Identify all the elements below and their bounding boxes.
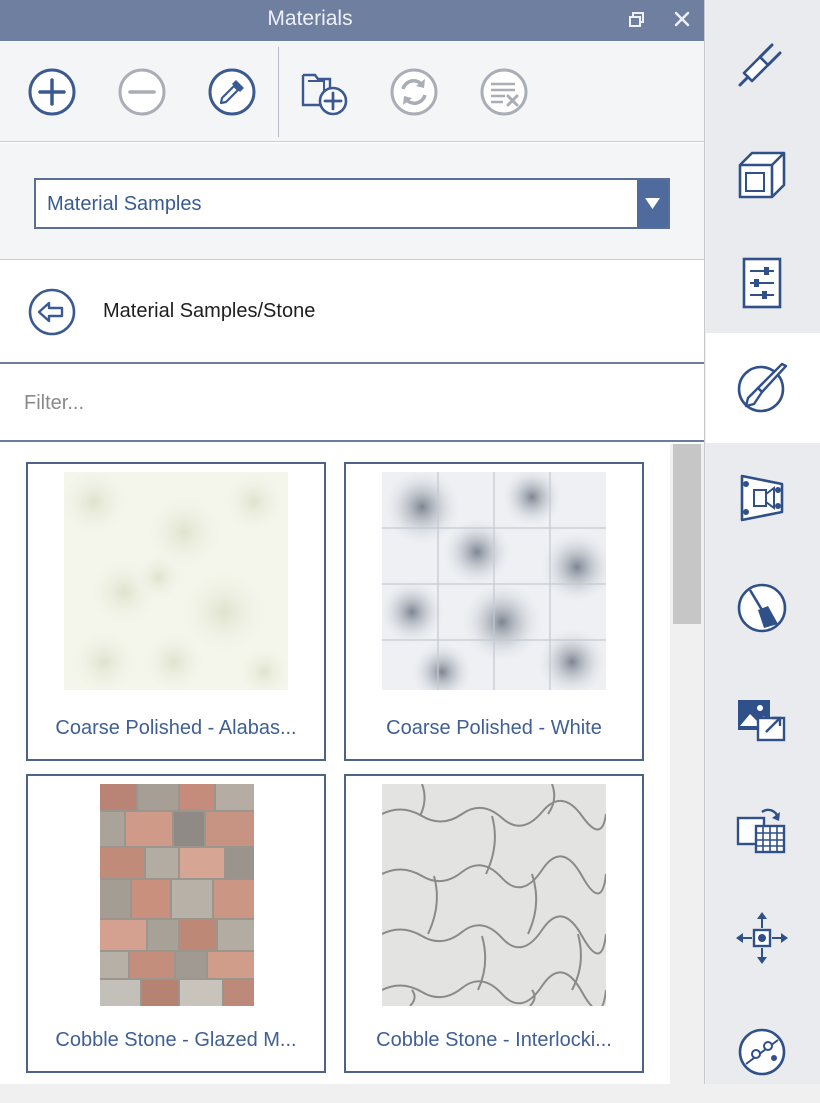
- material-name: Cobble Stone - Interlocki...: [376, 1029, 612, 1051]
- material-card[interactable]: Coarse Polished - White: [344, 462, 644, 761]
- sidebar-item-cleanup[interactable]: [706, 553, 820, 663]
- filter-input[interactable]: [0, 366, 704, 440]
- material-name: Coarse Polished - Alabas...: [55, 717, 297, 739]
- current-path: Material Samples/Stone: [103, 300, 316, 322]
- material-thumbnail-cobble-glazed: [100, 784, 254, 1006]
- dropdown-arrow-button[interactable]: [637, 180, 668, 227]
- materials-toolbar: [0, 41, 704, 142]
- solid-box-icon: [738, 151, 786, 199]
- texture-replace-icon: [736, 808, 786, 854]
- material-thumbnail-alabaster: [64, 472, 288, 690]
- eyedropper-icon[interactable]: [207, 67, 257, 117]
- material-thumbnail-cobble-interlocking: [382, 784, 606, 1006]
- toolbar-separator: [278, 47, 279, 137]
- sidebar-item-transform[interactable]: [706, 883, 820, 993]
- folder-add-icon[interactable]: [300, 67, 350, 117]
- material-paint-icon: [737, 362, 788, 413]
- broom-cleanup-icon: [737, 583, 787, 633]
- material-name: Cobble Stone - Glazed M...: [55, 1029, 297, 1051]
- sidebar-item-texture-replace[interactable]: [706, 773, 820, 883]
- material-card[interactable]: Cobble Stone - Interlocki...: [344, 774, 644, 1073]
- restore-window-icon[interactable]: [628, 11, 646, 29]
- material-name: Coarse Polished - White: [386, 717, 602, 739]
- delete-list-icon[interactable]: [479, 67, 529, 117]
- properties-sliders-icon: [742, 257, 782, 309]
- sidebar-item-image-export[interactable]: [706, 663, 820, 773]
- plus-circle-icon[interactable]: [27, 67, 77, 117]
- sidebar-item-clip[interactable]: [706, 443, 820, 553]
- clip-plane-icon: [740, 474, 784, 522]
- sidebar-item-properties[interactable]: [706, 228, 820, 338]
- title-bar[interactable]: Materials: [0, 0, 704, 41]
- library-select-value: Material Samples: [47, 193, 202, 215]
- back-arrow-icon[interactable]: [27, 287, 77, 337]
- tool-sidebar: [706, 0, 820, 1084]
- scrollbar[interactable]: [670, 444, 704, 1084]
- chevron-down-icon: [645, 198, 660, 209]
- refresh-icon[interactable]: [389, 67, 439, 117]
- library-bar: Material Samples: [0, 143, 704, 260]
- path-bar: Material Samples/Stone: [0, 261, 704, 364]
- paint-bucket-icon: [738, 1028, 786, 1076]
- materials-grid: Coarse Polished - Alabas... Coarse Polis…: [0, 444, 670, 1084]
- library-select[interactable]: Material Samples: [34, 178, 670, 229]
- filter-bar: [0, 366, 704, 442]
- materials-panel: Materials Material Samples Material Samp…: [0, 0, 705, 1084]
- sidebar-item-materials[interactable]: [706, 333, 820, 443]
- sidebar-item-paint-bucket[interactable]: [706, 993, 820, 1103]
- material-card[interactable]: Coarse Polished - Alabas...: [26, 462, 326, 761]
- close-icon[interactable]: [672, 9, 692, 29]
- minus-circle-icon[interactable]: [117, 67, 167, 117]
- material-card[interactable]: Cobble Stone - Glazed M...: [26, 774, 326, 1073]
- move-transform-icon: [736, 912, 788, 964]
- scrollbar-thumb[interactable]: [673, 444, 701, 624]
- image-export-icon: [738, 700, 786, 742]
- material-thumbnail-white-marble: [382, 472, 606, 690]
- plug-icon: [738, 43, 782, 87]
- panel-title: Materials: [267, 7, 353, 30]
- sidebar-item-solid[interactable]: [706, 118, 820, 228]
- sidebar-item-plugins[interactable]: [706, 8, 820, 118]
